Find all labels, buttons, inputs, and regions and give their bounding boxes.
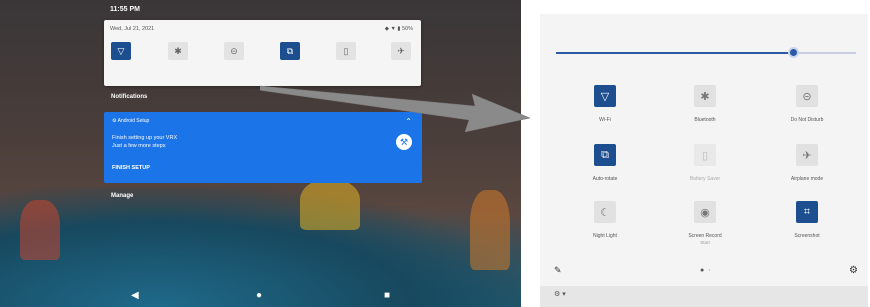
notification-app-name: ⚙ Android Setup — [112, 118, 150, 124]
settings-icon[interactable]: ⚙ — [849, 265, 858, 276]
tile-label: Screenshot — [794, 233, 820, 239]
manage-button[interactable]: Manage — [111, 193, 133, 199]
battery-saver-icon[interactable]: ▯ — [336, 42, 356, 60]
tile-label: Night Light — [593, 233, 617, 239]
tile-label: Screen Record — [688, 233, 722, 239]
tile-night-light[interactable]: ☾ Night Light — [570, 201, 640, 239]
night-light-icon: ☾ — [594, 201, 616, 223]
tile-auto-rotate[interactable]: ⧉ Auto-rotate — [570, 144, 640, 182]
brightness-slider[interactable] — [556, 47, 856, 58]
airplane-icon[interactable]: ✈ — [391, 42, 411, 60]
bluetooth-icon[interactable]: ✱ — [168, 42, 188, 60]
fish-decoration — [300, 180, 360, 230]
auto-rotate-icon: ⧉ — [594, 144, 616, 166]
settings-dropdown-icon[interactable]: ⚙ ▾ — [554, 290, 566, 298]
do-not-disturb-icon: ⊝ — [796, 85, 818, 107]
finish-setup-button[interactable]: FINISH SETUP — [112, 165, 150, 171]
pointer-arrow — [260, 85, 531, 133]
edit-icon[interactable]: ✎ — [554, 265, 562, 276]
notification-subtitle: Just a few more steps — [112, 143, 166, 149]
brightness-thumb[interactable] — [788, 47, 799, 58]
recents-button[interactable]: ■ — [384, 290, 390, 301]
tile-label: Wi-Fi — [599, 117, 611, 123]
status-icons: ◆ ▼ ▮ 50% — [384, 26, 413, 32]
tile-bluetooth[interactable]: ✱ Bluetooth — [670, 85, 740, 123]
tile-label: Airplane mode — [790, 176, 824, 182]
tile-label: Do Not Disturb — [790, 117, 824, 123]
tile-label: Bluetooth — [694, 117, 716, 123]
bottom-strip: ⚙ ▾ — [540, 286, 868, 307]
brightness-fill — [556, 52, 793, 54]
notification-title: Finish setting up your VRX — [112, 135, 178, 141]
wifi-icon: ▽ — [594, 85, 616, 107]
do-not-disturb-icon[interactable]: ⊝ — [224, 42, 244, 60]
tile-label: Auto-rotate — [592, 176, 618, 182]
notifications-header: Notifications — [111, 94, 148, 100]
wifi-icon[interactable]: ▽ — [111, 42, 131, 60]
bluetooth-icon: ✱ — [694, 85, 716, 107]
coral-decoration — [470, 190, 510, 270]
date-label: Wed, Jul 21, 2021 — [110, 26, 155, 32]
tablet-screenshot: 11:55 PM Wed, Jul 21, 2021 ◆ ▼ ▮ 50% ▽ ✱ ⊝… — [0, 0, 521, 307]
home-button[interactable]: ● — [256, 290, 262, 301]
screenshot-icon: ⌗ — [796, 201, 818, 223]
tile-sublabel: Start — [700, 240, 710, 245]
back-button[interactable]: ◀ — [131, 290, 139, 301]
tile-screenshot[interactable]: ⌗ Screenshot — [772, 201, 842, 239]
auto-rotate-icon[interactable]: ⧉ — [280, 42, 300, 60]
battery-saver-icon: ▯ — [694, 144, 716, 166]
page-indicator: ● · — [700, 267, 712, 274]
tile-wifi[interactable]: ▽ Wi-Fi — [570, 85, 640, 123]
tile-screen-record[interactable]: ◉ Screen Record Start — [670, 201, 740, 245]
coral-decoration — [20, 200, 60, 260]
tile-label: Battery Saver — [689, 176, 721, 182]
screen-record-icon: ◉ — [694, 201, 716, 223]
tile-battery-saver[interactable]: ▯ Battery Saver — [670, 144, 740, 182]
expanded-quick-settings: ▽ Wi-Fi ✱ Bluetooth ⊝ Do Not Disturb ⧉ Auto-rot… — [540, 14, 868, 307]
tile-airplane-mode[interactable]: ✈ Airplane mode — [772, 144, 842, 182]
navigation-bar: ◀ ● ■ — [0, 285, 521, 307]
airplane-icon: ✈ — [796, 144, 818, 166]
tile-do-not-disturb[interactable]: ⊝ Do Not Disturb — [772, 85, 842, 123]
status-bar-time: 11:55 PM — [110, 6, 140, 13]
